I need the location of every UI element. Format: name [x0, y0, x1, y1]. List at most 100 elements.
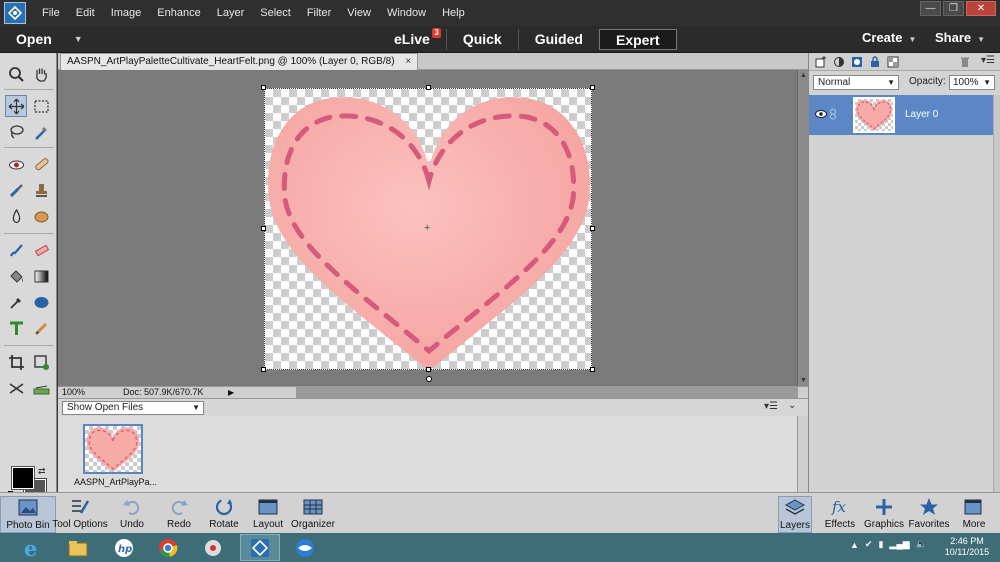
- restore-button[interactable]: ❐: [943, 1, 964, 16]
- trash-icon[interactable]: [959, 56, 971, 68]
- clone-stamp-tool-icon[interactable]: [30, 179, 52, 201]
- menu-filter[interactable]: Filter: [299, 7, 339, 19]
- photo-bin-button[interactable]: Photo Bin: [0, 496, 56, 533]
- scroll-down-icon[interactable]: ▼: [800, 377, 807, 384]
- rotate-handle[interactable]: [426, 376, 432, 382]
- effects-button[interactable]: fx Effects: [818, 496, 862, 533]
- brush-tool-icon[interactable]: [5, 239, 27, 261]
- scroll-up-icon[interactable]: ▲: [800, 72, 807, 79]
- content-aware-move-tool-icon[interactable]: [5, 377, 27, 399]
- chevron-down-icon[interactable]: ⌄: [788, 400, 796, 411]
- paint-bucket-tool-icon[interactable]: [5, 265, 27, 287]
- bin-menu-icon[interactable]: ▾☰: [764, 401, 778, 412]
- close-button[interactable]: ✕: [966, 1, 996, 16]
- swap-colors-icon[interactable]: ⇄: [38, 466, 46, 477]
- minimize-button[interactable]: —: [920, 1, 941, 16]
- straighten-tool-icon[interactable]: [30, 377, 52, 399]
- transform-handle[interactable]: [426, 85, 431, 90]
- create-button[interactable]: Create ▼: [862, 30, 916, 45]
- tray-network-icon[interactable]: ▂▄▆: [889, 539, 909, 550]
- lasso-tool-icon[interactable]: [5, 121, 27, 143]
- menu-edit[interactable]: Edit: [68, 7, 103, 19]
- open-button[interactable]: Open: [16, 31, 52, 47]
- transform-handle[interactable]: [261, 367, 266, 372]
- system-clock[interactable]: 2:46 PM 10/11/2015: [942, 536, 992, 558]
- menu-select[interactable]: Select: [252, 7, 299, 19]
- share-button[interactable]: Share ▼: [935, 30, 985, 45]
- blend-mode-select[interactable]: Normal ▼: [813, 75, 899, 90]
- gradient-tool-icon[interactable]: [30, 265, 52, 287]
- document-close-icon[interactable]: ×: [405, 56, 411, 67]
- favorites-button[interactable]: Favorites: [906, 496, 952, 533]
- tray-power-icon[interactable]: ▮: [878, 539, 883, 550]
- lock-all-icon[interactable]: [869, 56, 881, 68]
- tab-expert[interactable]: Expert: [598, 29, 677, 50]
- shape-tool-icon[interactable]: [30, 291, 52, 313]
- menu-layer[interactable]: Layer: [209, 7, 253, 19]
- blur-tool-icon[interactable]: [5, 205, 27, 227]
- new-fill-layer-icon[interactable]: [833, 56, 845, 68]
- status-menu-icon[interactable]: ▶: [228, 387, 234, 398]
- new-layer-icon[interactable]: [815, 56, 827, 68]
- zoom-level[interactable]: 100%: [62, 387, 85, 398]
- canvas-vertical-scrollbar[interactable]: ▲ ▼: [797, 70, 808, 386]
- foreground-color-swatch[interactable]: [11, 466, 35, 490]
- marquee-tool-icon[interactable]: [30, 95, 52, 117]
- tab-elive[interactable]: eLive 3: [378, 28, 446, 50]
- media-app-icon[interactable]: [193, 534, 233, 561]
- menu-view[interactable]: View: [339, 7, 379, 19]
- menu-image[interactable]: Image: [103, 7, 150, 19]
- eraser-tool-icon[interactable]: [30, 239, 52, 261]
- opacity-input[interactable]: 100% ▼: [949, 75, 995, 90]
- transform-handle[interactable]: [590, 367, 595, 372]
- ie-app-icon[interactable]: e: [12, 534, 52, 561]
- tab-quick[interactable]: Quick: [445, 29, 518, 50]
- graphics-button[interactable]: Graphics: [862, 496, 906, 533]
- chrome-app-icon[interactable]: [148, 534, 188, 561]
- organizer-button[interactable]: Organizer: [285, 496, 341, 533]
- eye-icon[interactable]: [815, 109, 827, 119]
- transform-handle[interactable]: [261, 85, 266, 90]
- canvas-area[interactable]: +: [58, 70, 797, 386]
- recompose-tool-icon[interactable]: [30, 351, 52, 373]
- spot-healing-tool-icon[interactable]: [30, 153, 52, 175]
- hp-app-icon[interactable]: hp: [104, 534, 144, 561]
- open-dropdown-icon[interactable]: ▼: [74, 34, 83, 44]
- bin-thumbnail[interactable]: [83, 424, 143, 474]
- transform-handle[interactable]: [590, 226, 595, 231]
- eyedropper-tool-icon[interactable]: [5, 291, 27, 313]
- layer-mask-icon[interactable]: [851, 56, 863, 68]
- transform-handle[interactable]: [426, 367, 431, 372]
- bin-scrollbar[interactable]: [797, 416, 808, 492]
- transform-handle[interactable]: [590, 85, 595, 90]
- menu-help[interactable]: Help: [434, 7, 473, 19]
- tray-volume-icon[interactable]: 🔈: [916, 539, 927, 550]
- tool-options-button[interactable]: Tool Options: [52, 496, 108, 533]
- panel-scrollbar[interactable]: [993, 95, 1000, 492]
- move-tool-icon[interactable]: [5, 95, 27, 117]
- panel-menu-icon[interactable]: ▾☰: [981, 55, 995, 66]
- smart-brush-tool-icon[interactable]: [5, 179, 27, 201]
- document-tab[interactable]: AASPN_ArtPlayPaletteCultivate_HeartFelt.…: [60, 53, 419, 70]
- red-eye-tool-icon[interactable]: [5, 153, 27, 175]
- menu-file[interactable]: File: [34, 7, 68, 19]
- file-explorer-icon[interactable]: [58, 534, 98, 561]
- photo-bin-select[interactable]: Show Open Files ▼: [62, 401, 204, 415]
- quick-selection-tool-icon[interactable]: [30, 121, 52, 143]
- link-icon[interactable]: [829, 108, 837, 120]
- menu-enhance[interactable]: Enhance: [149, 7, 208, 19]
- layers-button[interactable]: Layers: [778, 496, 812, 533]
- tab-guided[interactable]: Guided: [517, 29, 599, 50]
- photoshop-elements-app-icon[interactable]: [240, 534, 280, 561]
- pencil-tool-icon[interactable]: [30, 317, 52, 339]
- canvas-horizontal-scrollbar[interactable]: [296, 387, 798, 398]
- sponge-tool-icon[interactable]: [30, 205, 52, 227]
- crop-tool-icon[interactable]: [5, 351, 27, 373]
- elements-organizer-app-icon[interactable]: [285, 534, 325, 561]
- tray-security-icon[interactable]: ✔: [865, 539, 873, 550]
- transform-handle[interactable]: [261, 226, 266, 231]
- tray-expand-icon[interactable]: ▲: [850, 540, 859, 550]
- more-button[interactable]: More: [952, 496, 996, 533]
- zoom-tool-icon[interactable]: [5, 63, 27, 85]
- hand-tool-icon[interactable]: [30, 63, 52, 85]
